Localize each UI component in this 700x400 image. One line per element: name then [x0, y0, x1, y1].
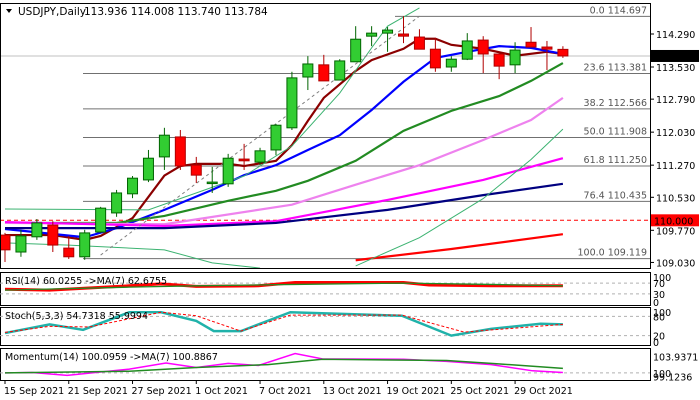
bullish-candle: [445, 58, 457, 68]
bearish-candle: [318, 64, 330, 82]
chart-window: 0.0 114.697 23.6 113.381 38.2 112.566 50.0 …: [0, 0, 700, 400]
indicator-axis-label: 70: [653, 279, 665, 290]
bearish-candle: [557, 48, 569, 57]
bullish-candle: [111, 192, 123, 214]
bullish-candle: [254, 150, 266, 163]
bearish-candle: [63, 247, 75, 258]
fib-level-label: 100.0 109.119: [577, 248, 647, 259]
date-axis-label: 1 Oct 2021: [195, 386, 248, 397]
indicator-title: RSI(14) 60.0255 ->MA(7) 62.6755: [5, 276, 167, 287]
current-price-label: 113.784: [654, 52, 693, 63]
moving-average-line: [4, 242, 261, 268]
date-axis-label: 27 Sep 2021: [132, 386, 192, 397]
chart-symbol: USDJPY,Daily: [18, 6, 86, 18]
bullish-candle: [461, 40, 473, 60]
price-axis-label: 109.770: [656, 226, 695, 237]
moving-average-line: [4, 157, 564, 228]
bullish-candle: [509, 49, 521, 66]
dropdown-triangle-icon: [6, 9, 12, 13]
bullish-candle: [350, 38, 362, 63]
bearish-candle: [429, 48, 441, 69]
indicator-axis-label: 80: [653, 312, 665, 323]
price-axis-label: 109.030: [656, 258, 695, 269]
price-axis-label: 113.530: [656, 63, 695, 74]
level-price-label: 110.000: [654, 216, 693, 227]
bullish-candle: [366, 32, 378, 37]
bullish-candle: [79, 232, 91, 258]
date-axis-label: 7 Oct 2021: [259, 386, 312, 397]
bullish-candle: [95, 207, 107, 233]
bearish-candle: [47, 224, 59, 246]
bearish-candle: [398, 33, 409, 37]
indicator-axis-label: 99.1236: [653, 372, 692, 383]
date-axis-label: 21 Sep 2021: [68, 386, 128, 397]
bullish-candle: [127, 177, 139, 195]
bullish-candle: [334, 60, 346, 81]
bearish-candle: [493, 53, 505, 67]
date-axis-label: 13 Oct 2021: [323, 386, 382, 397]
moving-average-line: [355, 233, 564, 262]
indicator-title: Momentum(14) 100.0959 ->MA(7) 100.8867: [5, 352, 218, 363]
bearish-candle: [174, 136, 186, 167]
bearish-candle: [413, 36, 425, 50]
bullish-candle: [270, 124, 282, 151]
price-axis-label: 114.290: [656, 30, 695, 41]
main-plot: [1, 7, 650, 268]
price-axis-label: 112.030: [656, 128, 695, 139]
trading-chart[interactable]: 0.0 114.697 23.6 113.381 38.2 112.566 50.0 …: [0, 0, 700, 400]
indicator-axis-label: 103.9371: [653, 353, 698, 364]
bullish-candle: [302, 63, 314, 78]
bullish-candle: [158, 134, 170, 158]
price-axis-label: 111.270: [656, 161, 695, 172]
bearish-candle: [525, 41, 537, 48]
indicator-axis-label: 0: [653, 338, 659, 349]
date-axis-label: 15 Sep 2021: [4, 386, 64, 397]
chart-ohlc-values: 113.936 114.008 113.740 113.784: [84, 6, 268, 18]
fib-level-label: 0.0 114.697: [590, 5, 647, 16]
fib-level-label: 76.4 110.435: [584, 190, 647, 201]
bearish-candle: [477, 39, 489, 55]
bullish-candle: [206, 181, 218, 185]
date-axis-label: 19 Oct 2021: [387, 386, 446, 397]
bullish-candle: [286, 77, 298, 129]
fib-level-label: 38.2 112.566: [584, 98, 647, 109]
date-axis-label: 29 Oct 2021: [514, 386, 573, 397]
bullish-candle: [142, 157, 154, 181]
bearish-candle: [1, 234, 11, 251]
bearish-candle: [190, 164, 202, 176]
indicator-title: Stoch(5,3,3) 54.7318 55.9994: [5, 311, 148, 322]
bullish-candle: [222, 157, 234, 185]
bullish-candle: [15, 235, 27, 253]
bullish-candle: [31, 222, 43, 238]
moving-average-line: [5, 62, 564, 225]
price-axis-label: 110.530: [656, 193, 695, 204]
fib-level-label: 61.8 111.250: [584, 155, 647, 166]
fib-level-label: 50.0 111.908: [584, 126, 647, 137]
price-axis-label: 112.790: [656, 95, 695, 106]
bearish-candle: [238, 158, 250, 162]
bearish-candle: [541, 46, 553, 50]
date-axis-label: 25 Oct 2021: [450, 386, 509, 397]
bullish-candle: [382, 29, 394, 34]
fib-level-label: 23.6 113.381: [584, 62, 647, 73]
